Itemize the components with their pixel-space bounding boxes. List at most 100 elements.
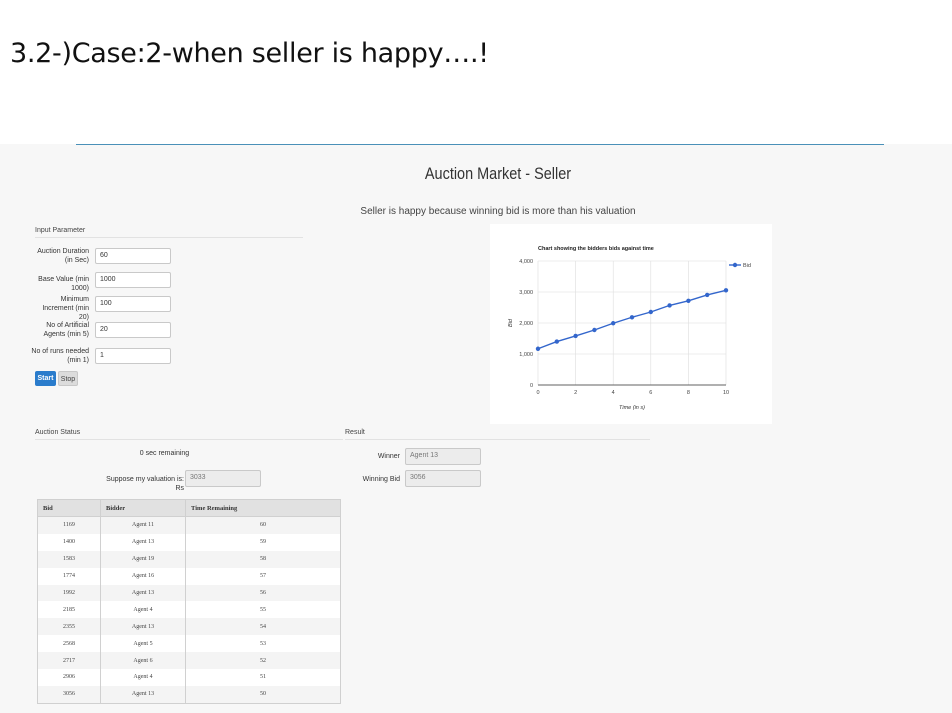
winner-field: Agent 13 (405, 448, 481, 465)
column-header-bid: Bid (37, 499, 101, 517)
table-row: 1774 Agent 16 57 (37, 567, 341, 585)
bid-cell: 3056 (37, 685, 101, 704)
x-tick-label: 6 (649, 390, 652, 396)
app-screenshot: Auction Market - Seller Seller is happy … (0, 144, 952, 713)
data-point (535, 346, 541, 351)
result-heading: Result (345, 429, 650, 440)
time-remaining-cell: 57 (185, 567, 341, 585)
bidder-cell: Agent 5 (100, 635, 186, 653)
valuation-label: Suppose my valuation is: Rs (106, 476, 184, 492)
minimum-increment-label: Minimum Increment (min 20) (42, 296, 89, 321)
status-message: Seller is happy because winning bid is m… (360, 206, 636, 217)
base-value-label: Base Value (min 1000) (38, 276, 89, 292)
start-button[interactable]: Start (35, 371, 56, 386)
time-remaining-cell: 59 (185, 533, 341, 551)
bidder-cell: Agent 13 (100, 584, 186, 602)
time-remaining-cell: 55 (185, 601, 341, 619)
time-remaining-cell: 56 (185, 584, 341, 602)
table-header-row: Bid Bidder Time Remaining (37, 499, 341, 517)
table-row: 1583 Agent 19 58 (37, 550, 341, 568)
valuation-field: 3033 (185, 470, 261, 487)
bid-cell: 2355 (37, 618, 101, 636)
base-value-input[interactable]: 1000 (95, 272, 171, 288)
data-point (667, 303, 672, 308)
winning-bid-label: Winning Bid (362, 476, 400, 483)
bidder-cell: Agent 13 (100, 533, 186, 551)
auction-status-heading: Auction Status (35, 429, 343, 440)
bidder-cell: Agent 4 (100, 601, 186, 619)
bids-chart: Chart showing the bidders bids against t… (490, 224, 772, 424)
x-tick-label: 4 (612, 390, 615, 396)
winner-label: Winner (377, 453, 400, 460)
minimum-increment-input[interactable]: 100 (95, 296, 171, 312)
y-tick-label: 1,000 (519, 352, 533, 358)
data-point (611, 321, 616, 326)
bidder-cell: Agent 4 (100, 669, 186, 686)
data-point (573, 333, 578, 339)
winning-bid-field: 3056 (405, 470, 481, 487)
bid-cell: 2568 (37, 635, 101, 653)
table-row: 2185 Agent 4 55 (37, 601, 341, 619)
x-tick-label: 8 (687, 390, 690, 396)
time-remaining-text: 0 sec remaining (139, 450, 190, 457)
column-header-bidder: Bidder (100, 499, 186, 517)
stop-button[interactable]: Stop (58, 371, 78, 386)
table-row: 2568 Agent 5 53 (37, 635, 341, 653)
time-remaining-cell: 51 (185, 669, 341, 686)
y-tick-label: 3,000 (519, 290, 533, 296)
bidder-cell: Agent 19 (100, 550, 186, 568)
bidder-cell: Agent 13 (100, 685, 186, 704)
chart-title: Chart showing the bidders bids against t… (538, 246, 654, 252)
table-row: 2717 Agent 6 52 (37, 652, 341, 670)
legend-marker (732, 262, 738, 268)
bidder-cell: Agent 6 (100, 652, 186, 670)
bids-chart-svg: Chart showing the bidders bids against t… (508, 246, 751, 411)
bid-cell: 2185 (37, 601, 101, 619)
x-tick-label: 10 (723, 390, 729, 396)
table-row: 1992 Agent 13 56 (37, 584, 341, 602)
bid-cell: 1992 (37, 584, 101, 602)
data-point (686, 298, 691, 303)
bid-cell: 1400 (37, 533, 101, 551)
bidder-cell: Agent 13 (100, 618, 186, 636)
x-tick-label: 2 (574, 390, 577, 396)
data-point (554, 339, 559, 344)
table-row: 2906 Agent 4 51 (37, 669, 341, 686)
table-row: 3056 Agent 13 50 (37, 685, 341, 704)
time-remaining-cell: 60 (185, 516, 341, 534)
bid-cell: 1169 (37, 516, 101, 534)
runs-needed-label: No of runs needed (min 1) (31, 348, 89, 364)
bidder-cell: Agent 16 (100, 567, 186, 585)
data-point (629, 315, 635, 320)
y-axis-label: Bid (508, 318, 514, 327)
table-row: 2355 Agent 13 54 (37, 618, 341, 636)
y-tick-label: 4,000 (519, 259, 533, 265)
data-point (592, 327, 597, 333)
time-remaining-cell: 53 (185, 635, 341, 653)
runs-needed-input[interactable]: 1 (95, 348, 171, 364)
time-remaining-cell: 52 (185, 652, 341, 670)
header-divider (76, 144, 884, 145)
slide-title: 3.2-)Case:2-when seller is happy….! (10, 38, 489, 69)
x-tick-label: 0 (536, 390, 539, 396)
table-row: 1400 Agent 13 59 (37, 533, 341, 551)
auction-duration-input[interactable]: 60 (95, 248, 171, 264)
time-remaining-cell: 50 (185, 685, 341, 704)
column-header-time-remaining: Time Remaining (185, 499, 341, 517)
time-remaining-cell: 54 (185, 618, 341, 636)
bid-cell: 2906 (37, 669, 101, 686)
data-point (648, 309, 653, 315)
auction-duration-label: Auction Duration (in Sec) (37, 248, 89, 264)
input-parameter-heading: Input Parameter (35, 227, 303, 238)
series-line-bid (537, 289, 727, 350)
bid-cell: 1774 (37, 567, 101, 585)
bid-table-body: 1169 Agent 11 60 1400 Agent 13 59 1583 Agent 19… (37, 516, 341, 704)
bid-history-table: Bid Bidder Time Remaining 1169 Agent 11 60… (37, 499, 341, 704)
bid-cell: 1583 (37, 550, 101, 568)
artificial-agents-input[interactable]: 20 (95, 322, 171, 338)
data-point (705, 292, 710, 298)
table-row: 1169 Agent 11 60 (37, 516, 341, 534)
data-point (723, 288, 729, 293)
legend-label: Bid (743, 263, 751, 269)
y-tick-label: 2,000 (519, 321, 533, 327)
